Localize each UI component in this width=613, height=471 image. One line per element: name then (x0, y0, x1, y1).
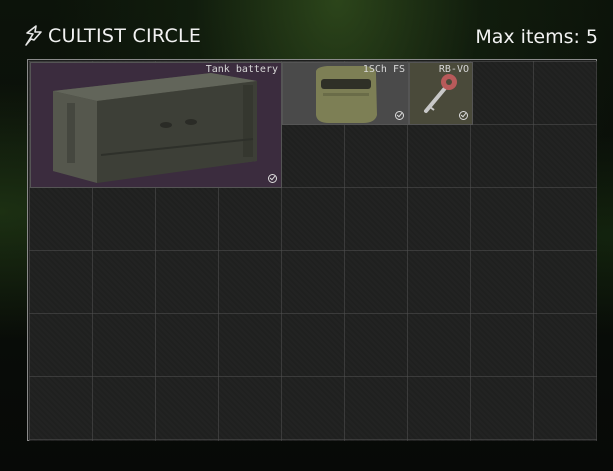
grid-slots[interactable]: Tank battery 1SCh FS RB-VO (29, 61, 597, 441)
cultist-circle-header: CULTIST CIRCLE Max items: 5 (0, 0, 613, 60)
max-items-value: 5 (585, 26, 598, 48)
item-1sch-fs[interactable]: 1SCh FS (282, 62, 409, 125)
item-grid: Tank battery 1SCh FS RB-VO (27, 59, 597, 441)
item-name-rb-vo: RB-VO (438, 64, 469, 75)
item-name-tank-battery: Tank battery (205, 64, 278, 75)
battery-box-icon (53, 73, 257, 183)
max-items-label: Max items: (475, 26, 580, 48)
window-title: CULTIST CIRCLE (48, 25, 202, 47)
check-icon (268, 174, 277, 183)
cultist-sigil-icon (25, 25, 42, 46)
item-tank-battery[interactable]: Tank battery (30, 62, 282, 188)
item-rb-vo[interactable]: RB-VO (409, 62, 473, 125)
check-icon (459, 111, 468, 120)
check-icon (395, 111, 404, 120)
max-items-counter: Max items: 5 (475, 26, 598, 48)
item-name-1sch-fs: 1SCh FS (362, 64, 405, 75)
